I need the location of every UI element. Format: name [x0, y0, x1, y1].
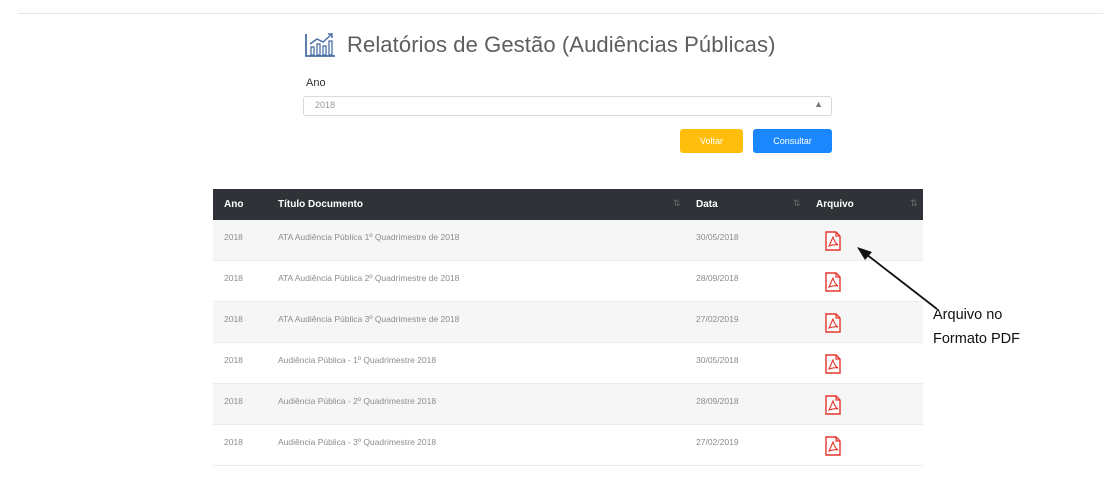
annotation-arrow: [857, 247, 938, 310]
annotation-label-line1: Arquivo no: [933, 307, 1003, 323]
annotation-label-line2: Formato PDF: [933, 331, 1021, 347]
